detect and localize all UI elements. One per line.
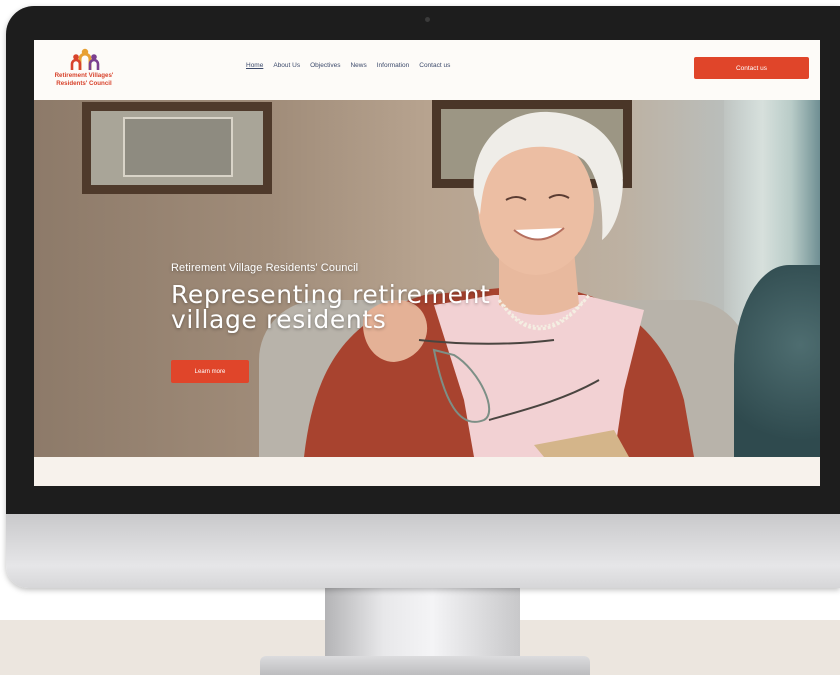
logo-text-line2: Residents' Council: [56, 80, 112, 87]
monitor-stand: [325, 588, 520, 660]
site-logo[interactable]: Retirement Villages' Residents' Council: [48, 48, 120, 94]
wall-picture-frame-left: [82, 102, 272, 194]
website-screen: Retirement Villages' Residents' Council …: [34, 40, 820, 486]
nav-objectives[interactable]: Objectives: [310, 62, 340, 76]
hero-text: Retirement Village Residents' Council Re…: [171, 262, 571, 332]
hero-kicker: Retirement Village Residents' Council: [171, 262, 359, 274]
contact-us-button[interactable]: Contact us: [694, 57, 809, 79]
logo-text: Retirement Villages' Residents' Council: [48, 72, 120, 88]
family-figures-logo-icon: [70, 48, 100, 70]
section-divider: [34, 457, 820, 486]
monitor-mockup-scene: Retirement Villages' Residents' Council …: [0, 0, 840, 675]
nav-information[interactable]: Information: [377, 62, 410, 76]
nav-about-us[interactable]: About Us: [273, 62, 300, 76]
nav-contact-us[interactable]: Contact us: [419, 62, 450, 76]
nav-home[interactable]: Home: [246, 62, 263, 76]
monitor-stand-base: [260, 656, 590, 675]
logo-text-line1: Retirement Villages': [54, 72, 114, 79]
site-header: Retirement Villages' Residents' Council …: [34, 40, 820, 100]
learn-more-button[interactable]: Learn more: [171, 360, 249, 383]
nav-news[interactable]: News: [350, 62, 366, 76]
hero-banner: Retirement Village Residents' Council Re…: [34, 100, 820, 457]
hero-title: Representing retirement village resident…: [171, 280, 491, 334]
main-nav: Home About Us Objectives News Informatio…: [246, 62, 450, 76]
webcam-icon: [425, 17, 430, 22]
